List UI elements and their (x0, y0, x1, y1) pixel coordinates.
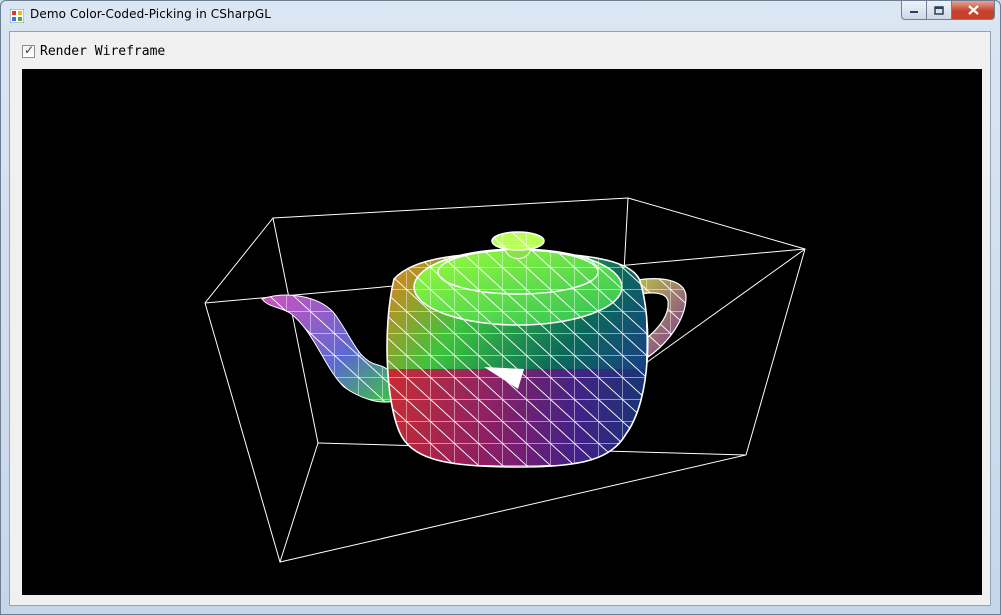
teapot-lid (413, 231, 623, 326)
teapot-spout (261, 294, 397, 403)
scene-render (204, 197, 806, 563)
checkbox-label[interactable]: Render Wireframe (40, 44, 165, 59)
app-form-icon (10, 9, 24, 23)
checkbox-box[interactable] (22, 43, 35, 58)
client-area: Render Wireframe (9, 31, 991, 606)
maximize-button[interactable] (927, 1, 952, 20)
close-icon (967, 5, 979, 15)
maximize-icon (934, 5, 944, 15)
render-wireframe-checkbox[interactable]: Render Wireframe (22, 43, 165, 59)
minimize-icon (910, 11, 918, 13)
window-controls (901, 1, 995, 21)
app-window: Demo Color-Coded-Picking in CSharpGL Ren… (0, 0, 1001, 615)
close-button[interactable] (952, 1, 995, 20)
window-title: Demo Color-Coded-Picking in CSharpGL (30, 7, 272, 21)
minimize-button[interactable] (901, 1, 927, 20)
opengl-canvas[interactable] (22, 69, 982, 595)
title-bar[interactable]: Demo Color-Coded-Picking in CSharpGL (1, 1, 1000, 31)
